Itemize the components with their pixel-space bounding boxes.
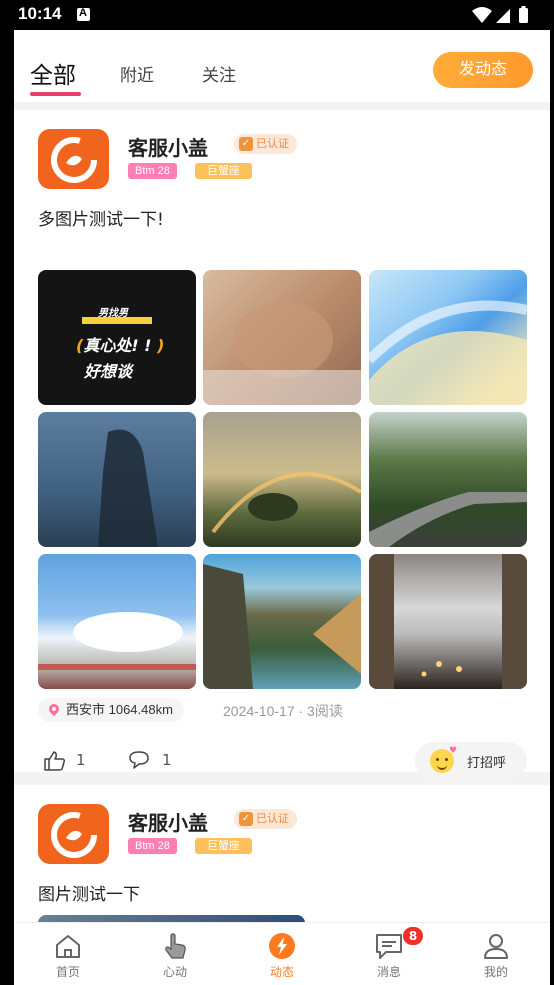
greet-button[interactable]: ♥ 打招呼 [415, 742, 527, 780]
zodiac-badge: 巨蟹座 [195, 163, 252, 179]
bottom-nav: 首页 心动 动态 8 消息 我的 [14, 922, 550, 985]
tab-following[interactable]: 关注 [202, 61, 236, 86]
nav-messages[interactable]: 8 消息 [335, 923, 443, 985]
nav-home[interactable]: 首页 [14, 923, 122, 985]
wifi-icon [472, 7, 492, 23]
post-photo[interactable] [38, 412, 196, 547]
post-photo[interactable] [203, 270, 361, 405]
post-photo[interactable] [369, 554, 527, 689]
nav-heartbeat[interactable]: 心动 [121, 923, 229, 985]
avatar[interactable] [38, 804, 109, 864]
battery-icon [519, 8, 528, 23]
post-card[interactable]: 客服小盖 ✓ 已认证 Btm 28 巨蟹座 多图片测试一下! 男找男 (真心处!… [14, 110, 550, 780]
tab-nearby[interactable]: 附近 [120, 61, 154, 86]
person-icon [484, 934, 508, 959]
post-photo[interactable] [203, 554, 361, 689]
post-photo[interactable] [203, 412, 361, 547]
status-bar: 10:14 A [0, 0, 554, 30]
top-tabs: 全部 附近 关注 发动态 [14, 30, 550, 102]
signal-icon [496, 9, 510, 23]
nav-profile[interactable]: 我的 [442, 923, 550, 985]
app-logo-icon [51, 137, 97, 183]
verified-badge: ✓ 已认证 [234, 809, 297, 829]
notification-icon: A [77, 7, 90, 21]
comment-icon[interactable] [129, 751, 149, 769]
app-screen: 全部 附近 关注 发动态 客服小盖 ✓ 已认证 Btm 28 巨蟹座 多图片测试… [14, 30, 550, 985]
like-count: 1 [76, 751, 86, 769]
level-badge: Btm 28 [128, 163, 177, 179]
heart-icon: ♥ [449, 746, 458, 756]
location-tag[interactable]: 西安市 1064.48km [38, 698, 184, 722]
lightning-icon [269, 933, 295, 959]
photo-caption: 男找男 [98, 308, 128, 319]
home-icon [56, 935, 80, 958]
verified-check-icon: ✓ [239, 137, 253, 151]
photo-caption: (真心处! ! ) [76, 336, 165, 355]
post-text: 图片测试一下 [38, 885, 140, 905]
verified-check-icon: ✓ [239, 812, 253, 826]
post-photo[interactable]: 男找男 (真心处! ! ) 好想谈 [38, 270, 196, 405]
unread-badge: 8 [403, 927, 423, 945]
username[interactable]: 客服小盖 [128, 132, 208, 161]
nav-moments[interactable]: 动态 [228, 923, 336, 985]
message-icon [376, 934, 402, 959]
username[interactable]: 客服小盖 [128, 807, 208, 836]
post-photo[interactable] [38, 554, 196, 689]
avatar[interactable] [38, 129, 109, 189]
post-moment-button[interactable]: 发动态 [433, 52, 533, 88]
active-tab-indicator [30, 92, 81, 96]
zodiac-badge: 巨蟹座 [195, 838, 252, 854]
location-pin-icon [46, 701, 62, 717]
tab-all[interactable]: 全部 [30, 56, 76, 90]
verified-badge: ✓ 已认证 [234, 134, 297, 154]
post-text: 多图片测试一下! [38, 210, 164, 230]
comment-count: 1 [162, 751, 172, 769]
status-time: 10:14 [18, 4, 62, 23]
post-photo[interactable] [369, 412, 527, 547]
tap-hand-icon [165, 933, 186, 959]
post-photo[interactable] [369, 270, 527, 405]
level-badge: Btm 28 [128, 838, 177, 854]
app-logo-icon [51, 812, 97, 858]
status-indicators [472, 6, 528, 23]
post-date-reads: 2024-10-17 · 3阅读 [223, 703, 343, 719]
photo-caption: 好想谈 [84, 362, 133, 381]
thumbs-up-icon[interactable] [44, 751, 66, 771]
